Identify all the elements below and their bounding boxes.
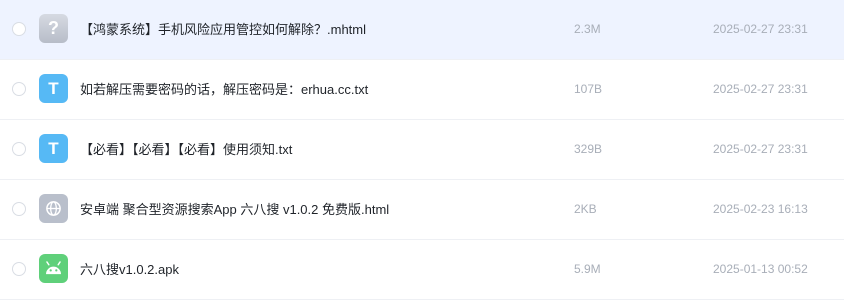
android-robot-icon xyxy=(46,261,61,275)
row-checkbox[interactable] xyxy=(12,142,26,156)
row-checkbox[interactable] xyxy=(12,262,26,276)
question-mark-glyph: ? xyxy=(48,18,59,38)
file-row[interactable]: ? 【鸿蒙系统】手机风险应用管控如何解除？.mhtml 2.3M 2025-02… xyxy=(0,0,844,60)
file-size: 107B xyxy=(574,82,603,96)
web-page-icon xyxy=(39,194,68,223)
file-size: 2.3M xyxy=(574,22,601,36)
row-checkbox[interactable] xyxy=(12,22,26,36)
file-name[interactable]: 六八搜v1.0.2.apk xyxy=(80,240,179,299)
file-date: 2025-02-27 23:31 xyxy=(713,142,808,156)
globe-icon xyxy=(46,201,61,216)
android-icon xyxy=(39,254,68,283)
file-row[interactable]: 安卓端 聚合型资源搜索App 六八搜 v1.0.2 免费版.html 2KB 2… xyxy=(0,180,844,240)
row-checkbox[interactable] xyxy=(12,82,26,96)
file-size: 329B xyxy=(574,142,603,156)
file-name[interactable]: 【鸿蒙系统】手机风险应用管控如何解除？.mhtml xyxy=(80,0,366,59)
file-date: 2025-01-13 00:52 xyxy=(713,262,808,276)
file-size: 5.9M xyxy=(574,262,601,276)
file-date: 2025-02-27 23:31 xyxy=(713,22,808,36)
row-checkbox[interactable] xyxy=(12,202,26,216)
text-file-icon: T xyxy=(39,74,68,103)
text-file-icon: T xyxy=(39,134,68,163)
file-date: 2025-02-27 23:31 xyxy=(713,82,808,96)
question-mark-icon: ? xyxy=(39,14,68,43)
file-row[interactable]: T 【必看】【必看】【必看】使用须知.txt 329B 2025-02-27 2… xyxy=(0,120,844,180)
file-name[interactable]: 【必看】【必看】【必看】使用须知.txt xyxy=(80,120,292,179)
text-file-glyph: T xyxy=(48,138,59,158)
file-date: 2025-02-23 16:13 xyxy=(713,202,808,216)
file-size: 2KB xyxy=(574,202,597,216)
file-name[interactable]: 安卓端 聚合型资源搜索App 六八搜 v1.0.2 免费版.html xyxy=(80,180,389,239)
file-row[interactable]: 六八搜v1.0.2.apk 5.9M 2025-01-13 00:52 xyxy=(0,240,844,300)
text-file-glyph: T xyxy=(48,78,59,98)
file-name[interactable]: 如若解压需要密码的话，解压密码是：erhua.cc.txt xyxy=(80,60,368,119)
file-row[interactable]: T 如若解压需要密码的话，解压密码是：erhua.cc.txt 107B 202… xyxy=(0,60,844,120)
file-list: ? 【鸿蒙系统】手机风险应用管控如何解除？.mhtml 2.3M 2025-02… xyxy=(0,0,844,300)
